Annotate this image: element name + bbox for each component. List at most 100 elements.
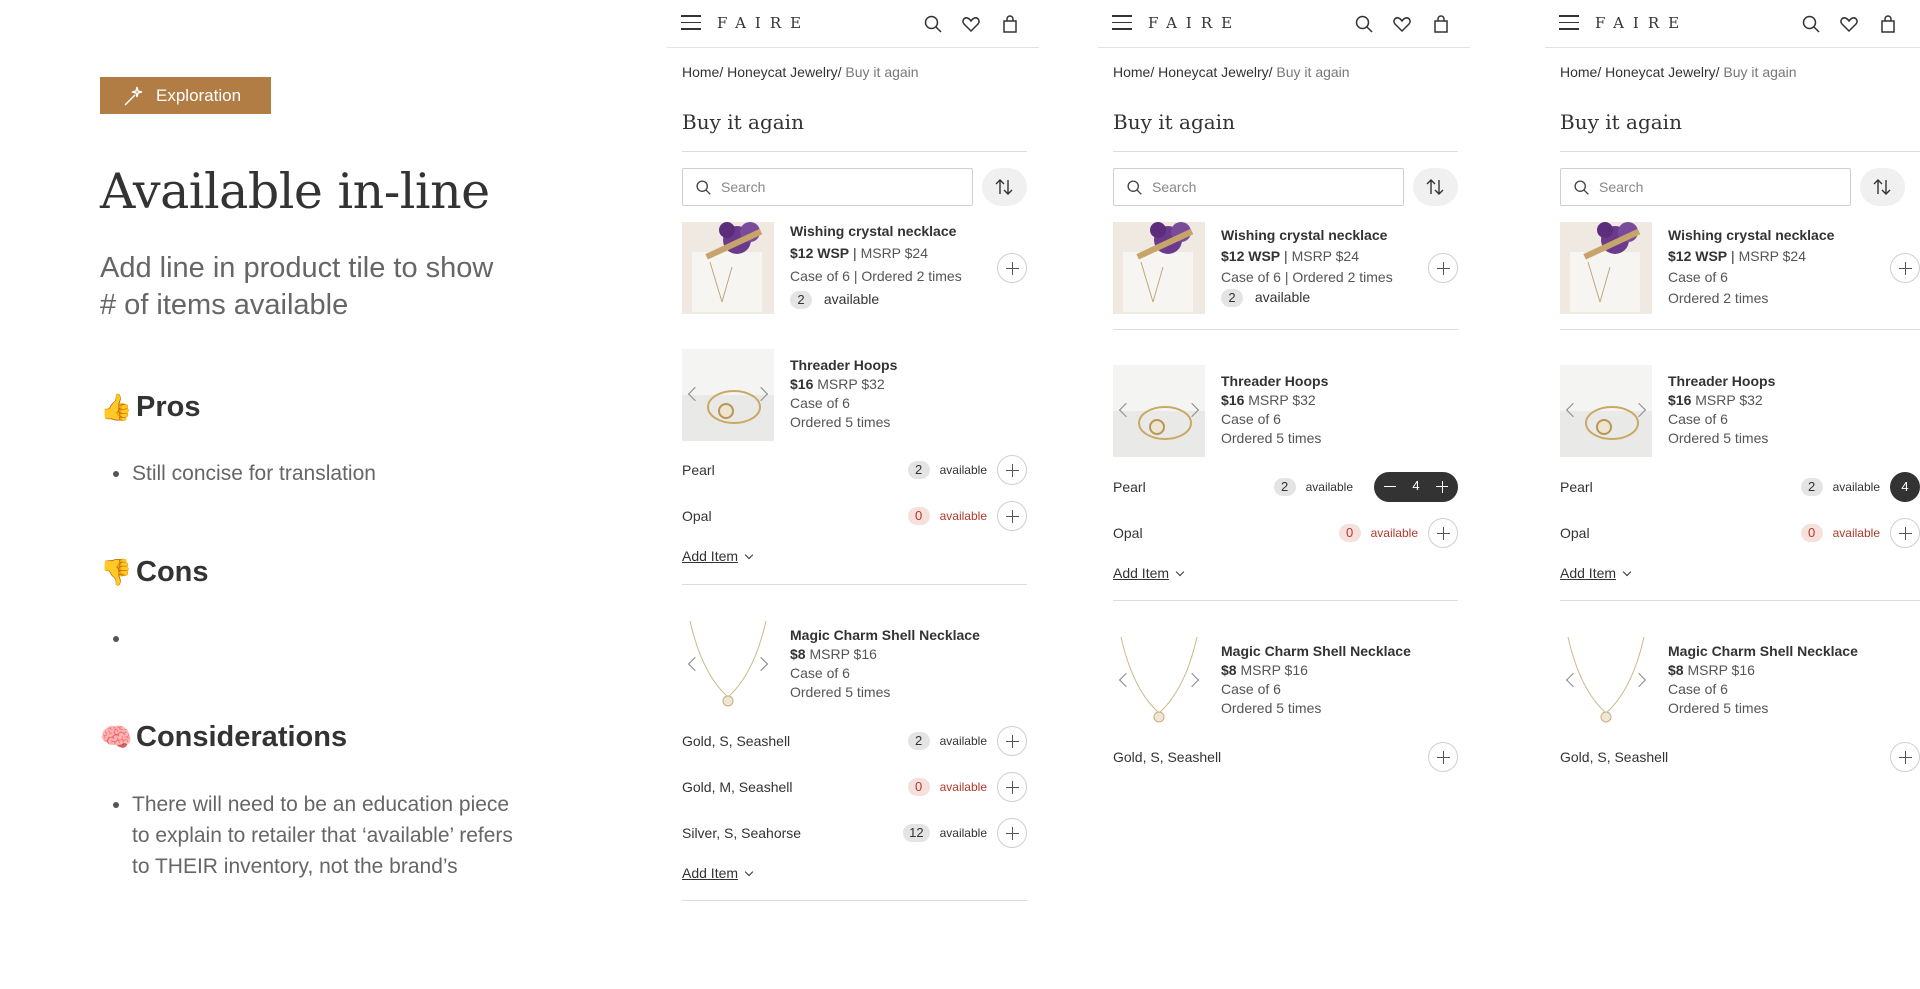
product-price: $16 MSRP $32 (1221, 392, 1316, 408)
faire-logo[interactable]: FAIRE (717, 14, 810, 32)
product-order-count: Ordered 5 times (790, 414, 891, 430)
variant-name: Gold, M, Seashell (682, 779, 793, 795)
sort-button[interactable] (1413, 168, 1458, 206)
add-item-dropdown[interactable]: Add Item (1560, 565, 1632, 581)
product-price: $8 MSRP $16 (1668, 662, 1755, 678)
variant-name: Gold, S, Seashell (1113, 749, 1222, 765)
search-icon[interactable] (923, 14, 943, 34)
product-image-shell-necklace[interactable] (1113, 635, 1205, 727)
search-icon[interactable] (1801, 14, 1821, 34)
product-name[interactable]: Wishing crystal necklace (1221, 227, 1387, 243)
product-name[interactable]: Wishing crystal necklace (790, 223, 956, 239)
breadcrumb-home[interactable]: Home (1113, 64, 1150, 80)
product-order-count: Ordered 5 times (1221, 430, 1322, 446)
breadcrumb-brand[interactable]: Honeycat Jewelry (1158, 64, 1269, 80)
breadcrumb-current: Buy it again (1723, 64, 1797, 80)
breadcrumb-home[interactable]: Home (1560, 64, 1597, 80)
product-case-info: Case of 6 (790, 395, 850, 411)
product-image-shell-necklace[interactable] (1560, 635, 1652, 727)
product-name[interactable]: Wishing crystal necklace (1668, 227, 1834, 243)
divider (1113, 151, 1458, 152)
breadcrumb: Home/ Honeycat Jewelry/ Buy it again (1560, 64, 1797, 80)
product-name[interactable]: Threader Hoops (1668, 373, 1775, 389)
add-button[interactable] (1428, 742, 1458, 772)
product-case-info: Case of 6 (1221, 411, 1281, 427)
page-subtitle: Add line in product tile to show # of it… (100, 252, 494, 321)
description-panel: Exploration Available in-line Add line i… (100, 0, 520, 989)
search-icon[interactable] (1354, 14, 1374, 34)
bag-icon[interactable] (1000, 14, 1020, 34)
search-input[interactable]: Search (682, 168, 973, 206)
variant-availability: 0 available (1338, 524, 1418, 542)
faire-logo[interactable]: FAIRE (1148, 14, 1241, 32)
product-name[interactable]: Magic Charm Shell Necklace (790, 627, 980, 643)
variant-row: Gold, S, Seashell 2 available (682, 726, 1027, 756)
hamburger-menu-icon[interactable] (1112, 15, 1132, 31)
screen-title: Buy it again (1560, 110, 1682, 134)
add-button[interactable] (997, 818, 1027, 848)
add-button[interactable] (997, 726, 1027, 756)
product-name[interactable]: Magic Charm Shell Necklace (1221, 643, 1411, 659)
product-name[interactable]: Threader Hoops (790, 357, 897, 373)
screen-title: Buy it again (1113, 110, 1235, 134)
product-case-info: Case of 6 (1668, 681, 1728, 697)
product-name[interactable]: Magic Charm Shell Necklace (1668, 643, 1858, 659)
considerations-item: There will need to be an education piece… (113, 789, 522, 882)
heart-icon[interactable] (961, 14, 981, 34)
cons-list (113, 623, 522, 654)
product-image-shell-necklace[interactable] (682, 619, 774, 711)
product-image-hoops[interactable] (1113, 365, 1205, 457)
heart-icon[interactable] (1392, 14, 1412, 34)
top-nav: FAIRE (667, 0, 1039, 48)
add-button[interactable] (997, 501, 1027, 531)
variant-name: Pearl (1113, 479, 1146, 495)
product-order-count: Ordered 5 times (1221, 700, 1322, 716)
product-order-count: Ordered 5 times (790, 684, 891, 700)
sort-button[interactable] (1860, 168, 1905, 206)
product-image-necklace[interactable] (1560, 222, 1652, 314)
search-placeholder: Search (1599, 179, 1644, 195)
variant-name: Opal (1560, 525, 1590, 541)
cons-item (113, 623, 522, 654)
add-button[interactable] (1428, 518, 1458, 548)
add-item-dropdown[interactable]: Add Item (682, 548, 754, 564)
faire-logo[interactable]: FAIRE (1595, 14, 1688, 32)
bag-icon[interactable] (1431, 14, 1451, 34)
add-button[interactable] (1428, 253, 1458, 283)
add-button[interactable] (997, 455, 1027, 485)
search-input[interactable]: Search (1113, 168, 1404, 206)
add-button[interactable] (1890, 253, 1920, 283)
sort-button[interactable] (982, 168, 1027, 206)
bag-icon[interactable] (1878, 14, 1898, 34)
variant-availability: 0 available (907, 507, 987, 525)
breadcrumb-brand[interactable]: Honeycat Jewelry (1605, 64, 1716, 80)
add-button[interactable] (1890, 518, 1920, 548)
quantity-stepper[interactable]: 4 (1374, 472, 1458, 502)
breadcrumb-brand[interactable]: Honeycat Jewelry (727, 64, 838, 80)
pros-item: Still concise for translation (113, 458, 522, 489)
search-input[interactable]: Search (1560, 168, 1851, 206)
product-name[interactable]: Threader Hoops (1221, 373, 1328, 389)
add-item-dropdown[interactable]: Add Item (1113, 565, 1185, 581)
product-image-necklace[interactable] (1113, 222, 1205, 314)
variant-availability: 2 available (1800, 478, 1880, 496)
add-button[interactable] (997, 772, 1027, 802)
divider (1113, 329, 1458, 330)
product-image-hoops[interactable] (1560, 365, 1652, 457)
variant-availability: 2 available (1273, 478, 1353, 496)
product-price: $16 MSRP $32 (790, 376, 885, 392)
quantity-badge[interactable]: 4 (1890, 472, 1920, 502)
heart-icon[interactable] (1839, 14, 1859, 34)
product-image-necklace[interactable] (682, 222, 774, 314)
add-button[interactable] (997, 253, 1027, 283)
hamburger-menu-icon[interactable] (1559, 15, 1579, 31)
add-button[interactable] (1890, 742, 1920, 772)
add-item-dropdown[interactable]: Add Item (682, 865, 754, 881)
search-icon (696, 180, 711, 195)
breadcrumb-home[interactable]: Home (682, 64, 719, 80)
available-label: available (823, 291, 880, 307)
product-image-hoops[interactable] (682, 349, 774, 441)
breadcrumb-current: Buy it again (1276, 64, 1350, 80)
sort-arrows-icon (1873, 179, 1891, 195)
hamburger-menu-icon[interactable] (681, 15, 701, 31)
